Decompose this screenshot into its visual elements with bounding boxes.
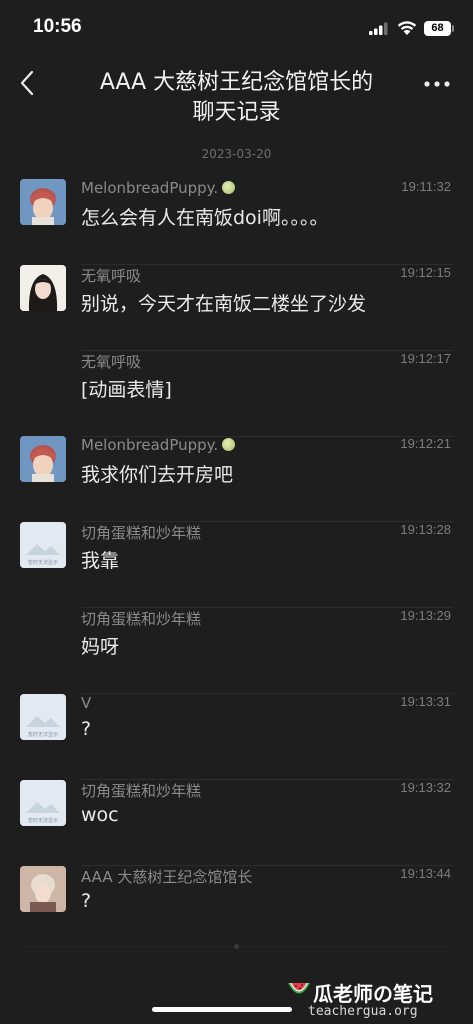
message-time: 19:12:21	[400, 436, 451, 451]
list-end-dot	[234, 944, 239, 949]
watermark-title: 瓜老师の笔记	[313, 982, 433, 1006]
page-title-line-1: AAA 大慈树王纪念馆馆长的	[99, 70, 374, 95]
message-time: 19:13:28	[400, 522, 451, 537]
sender-name: AAA 大慈树王纪念馆馆长	[81, 868, 253, 886]
message-time: 19:12:15	[400, 265, 451, 280]
message-text: 我靠	[81, 550, 120, 572]
message-time: 19:13:31	[400, 694, 451, 709]
battery-icon: 68	[424, 21, 451, 36]
message-item[interactable]: 切角蛋糕和炒年糕 19:13:29 妈呀	[0, 608, 473, 694]
message-time: 19:12:17	[400, 351, 451, 366]
page-title: AAA 大慈树王纪念馆馆长的 聊天记录	[70, 68, 403, 128]
message-time: 19:13:32	[400, 780, 451, 795]
avatar[interactable]	[20, 866, 66, 912]
avatar[interactable]: 暂时无法显示	[20, 780, 66, 826]
message-text: ?	[81, 890, 92, 912]
watermelon-icon	[288, 983, 310, 994]
sender-name: MelonbreadPuppy.	[81, 436, 236, 454]
message-time: 19:13:29	[400, 608, 451, 623]
message-text: ?	[81, 718, 92, 740]
message-text: [动画表情]	[81, 379, 172, 401]
sender-name: 切角蛋糕和炒年糕	[81, 610, 202, 628]
sender-name: 无氧呼吸	[81, 353, 142, 371]
sender-name: V	[81, 694, 92, 712]
avatar[interactable]	[20, 265, 66, 311]
chevron-left-icon	[20, 70, 34, 96]
status-time: 10:56	[33, 16, 82, 37]
message-item[interactable]: 无氧呼吸 19:12:17 [动画表情]	[0, 351, 473, 437]
avatar[interactable]: 暂时无法显示	[20, 522, 66, 568]
message-text: 妈呀	[81, 636, 120, 658]
melon-badge-icon	[222, 181, 236, 194]
message-item[interactable]: MelonbreadPuppy. 19:11:32 怎么会有人在南饭doi啊。。…	[0, 179, 473, 265]
back-button[interactable]	[14, 66, 44, 102]
message-item[interactable]: 无氧呼吸 19:12:15 别说，今天才在南饭二楼坐了沙发	[0, 265, 473, 351]
wifi-icon	[397, 21, 417, 35]
message-item[interactable]: MelonbreadPuppy. 19:12:21 我求你们去开房吧	[0, 436, 473, 522]
placeholder-caption: 暂时无法显示	[28, 817, 58, 824]
message-text: 别说，今天才在南饭二楼坐了沙发	[81, 293, 367, 315]
message-text: 怎么会有人在南饭doi啊。。。。	[81, 207, 329, 229]
avatar[interactable]	[20, 436, 66, 482]
watermark-url: teachergua.org	[308, 1004, 418, 1019]
sender-name: 无氧呼吸	[81, 267, 142, 285]
message-time: 19:13:44	[400, 866, 451, 881]
message-item[interactable]: AAA 大慈树王纪念馆馆长 19:13:44 ?	[0, 866, 473, 952]
message-text: 我求你们去开房吧	[81, 464, 234, 486]
placeholder-caption: 暂时无法显示	[28, 559, 58, 566]
avatar[interactable]	[20, 179, 66, 225]
message-item[interactable]: 暂时无法显示 切角蛋糕和炒年糕 19:13:28 我靠	[0, 522, 473, 608]
placeholder-caption: 暂时无法显示	[28, 731, 58, 738]
message-item[interactable]: 暂时无法显示 V 19:13:31 ?	[0, 694, 473, 780]
status-bar: 10:56 68	[0, 0, 473, 58]
battery-tip	[452, 25, 454, 32]
home-indicator[interactable]	[152, 1007, 292, 1012]
more-options-button[interactable]	[420, 74, 454, 94]
message-text: woc	[81, 804, 119, 826]
more-dots-icon	[424, 81, 450, 87]
avatar[interactable]: 暂时无法显示	[20, 694, 66, 740]
sender-name: 切角蛋糕和炒年糕	[81, 782, 202, 800]
cellular-signal-icon	[369, 22, 388, 35]
message-time: 19:11:32	[401, 179, 451, 194]
message-item[interactable]: 暂时无法显示 切角蛋糕和炒年糕 19:13:32 woc	[0, 780, 473, 866]
date-separator: 2023-03-20	[201, 147, 272, 161]
page-title-line-2: 聊天记录	[192, 100, 281, 125]
sender-name: 切角蛋糕和炒年糕	[81, 524, 202, 542]
melon-badge-icon	[222, 438, 236, 451]
sender-name: MelonbreadPuppy.	[81, 179, 236, 197]
